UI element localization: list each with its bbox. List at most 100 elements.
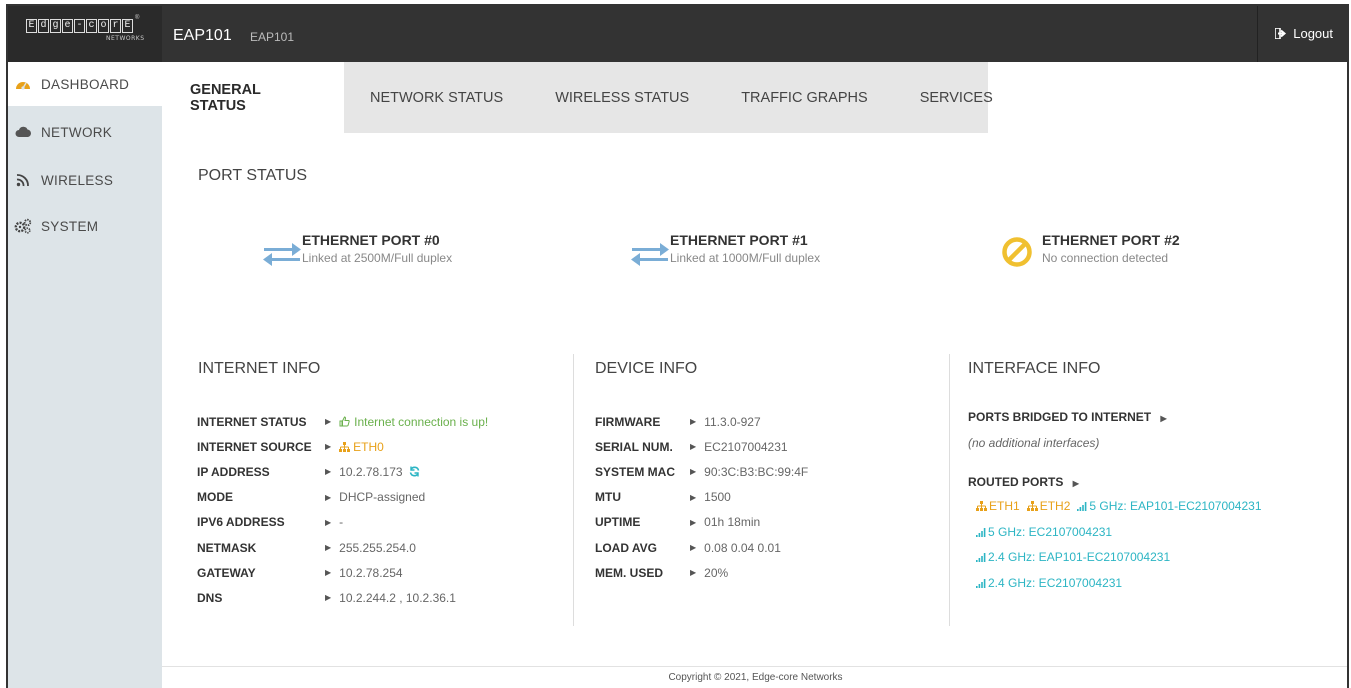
tab-wireless-status[interactable]: WIRELESS STATUS <box>529 62 715 133</box>
sidebar-item-label: NETWORK <box>41 124 113 140</box>
caret-right-icon: ▶ <box>1160 414 1167 423</box>
footer-copyright: Copyright © 2021, Edge-core Networks <box>162 666 1347 688</box>
thumbs-up-icon <box>339 416 350 427</box>
cogs-icon <box>14 217 32 235</box>
link-arrows-icon <box>263 243 301 266</box>
caret-right-icon: ▶ <box>690 492 697 502</box>
app-frame: E d g e - c o r E ® NETWORKS EAP101 EAP1… <box>6 4 1349 688</box>
device-hostname: EAP101 <box>250 30 295 44</box>
sign-out-icon <box>1275 28 1287 39</box>
tab-bar: GENERAL STATUS NETWORK STATUS WIRELESS S… <box>162 62 1019 133</box>
info-row-gateway: GATEWAY ▶ 10.2.78.254 <box>197 560 488 585</box>
info-key: MODE <box>197 490 233 505</box>
port-link-status: No connection detected <box>1042 251 1169 265</box>
caret-right-icon: ▶ <box>325 568 332 578</box>
no-connection-icon <box>1002 237 1032 267</box>
routed-ports-label: ROUTED PORTS ▶ <box>968 475 1079 489</box>
logout-label: Logout <box>1293 26 1333 41</box>
info-value: - <box>339 515 344 530</box>
logo-letter: E <box>26 19 37 33</box>
info-value[interactable]: ETH0 <box>339 440 384 454</box>
info-key: INTERNET STATUS <box>197 414 307 429</box>
sitemap-icon <box>976 501 987 511</box>
info-value: EC2107004231 <box>704 439 788 454</box>
port-name: ETHERNET PORT #0 <box>302 232 440 248</box>
ethernet-port-2: ETHERNET PORT #2 No connection detected <box>1002 232 1180 269</box>
info-value: 255.255.254.0 <box>339 540 416 555</box>
device-info-list: FIRMWARE ▶ 11.3.0-927 SERIAL NUM. ▶ EC21… <box>595 409 808 585</box>
sidebar-item-dashboard[interactable]: DASHBOARD <box>8 62 162 106</box>
routed-port-wifi-0[interactable]: 5 GHz: EAP101-EC2107004231 <box>1077 499 1262 513</box>
info-row-internet-source: INTERNET SOURCE ▶ ETH0 <box>197 434 488 459</box>
ethernet-port-0: ETHERNET PORT #0 Linked at 2500M/Full du… <box>262 232 452 270</box>
routed-port-wifi-1[interactable]: 5 GHz: EC2107004231 <box>976 525 1112 539</box>
column-divider <box>949 354 950 626</box>
cloud-icon <box>14 123 32 141</box>
logo-letters: E d g e - c o r E <box>26 19 134 33</box>
info-value: 90:3C:B3:BC:99:4F <box>704 464 809 479</box>
dashboard-icon <box>14 75 32 93</box>
info-row-netmask: NETMASK ▶ 255.255.254.0 <box>197 535 488 560</box>
ports-bridged-value: (no additional interfaces) <box>968 436 1100 450</box>
info-key: INTERNET SOURCE <box>197 439 312 454</box>
sidebar-item-network[interactable]: NETWORK <box>8 110 162 154</box>
port-name: ETHERNET PORT #1 <box>670 232 808 248</box>
refresh-icon[interactable] <box>409 466 420 477</box>
info-value: 11.3.0-927 <box>704 414 761 429</box>
caret-right-icon: ▶ <box>325 417 332 427</box>
caret-right-icon: ▶ <box>325 467 332 477</box>
logo-letter: o <box>98 19 109 33</box>
sitemap-icon <box>339 441 351 452</box>
routed-port-label: ETH1 <box>989 499 1020 513</box>
port-name: ETHERNET PORT #2 <box>1042 232 1180 248</box>
info-row-system-mac: SYSTEM MAC ▶ 90:3C:B3:BC:99:4F <box>595 459 808 484</box>
wifi-icon <box>14 171 32 189</box>
edgecore-logo[interactable]: E d g e - c o r E ® NETWORKS <box>8 6 162 62</box>
ethernet-port-1: ETHERNET PORT #1 Linked at 1000M/Full du… <box>630 232 820 270</box>
sidebar-item-label: WIRELESS <box>41 172 114 188</box>
sidebar-item-wireless[interactable]: WIRELESS <box>8 158 162 202</box>
logo-letter: - <box>74 19 85 33</box>
device-name: EAP101 <box>173 27 232 44</box>
routed-ports-text: ROUTED PORTS <box>968 475 1064 489</box>
sidebar-item-label: DASHBOARD <box>41 76 130 92</box>
sidebar-item-system[interactable]: SYSTEM <box>8 204 162 248</box>
info-key: SERIAL NUM. <box>595 439 673 454</box>
info-row-load-avg: LOAD AVG ▶ 0.08 0.04 0.01 <box>595 535 808 560</box>
routed-port-eth1[interactable]: ETH1 <box>976 499 1020 513</box>
info-key: FIRMWARE <box>595 414 661 429</box>
logo-letter: d <box>38 19 49 33</box>
info-row-firmware: FIRMWARE ▶ 11.3.0-927 <box>595 409 808 434</box>
top-bar: E d g e - c o r E ® NETWORKS EAP101 EAP1… <box>8 6 1347 62</box>
routed-port-eth2[interactable]: ETH2 <box>1026 499 1071 513</box>
info-key: MEM. USED <box>595 565 664 580</box>
tab-traffic-graphs[interactable]: TRAFFIC GRAPHS <box>715 62 893 133</box>
info-row-mtu: MTU ▶ 1500 <box>595 485 808 510</box>
info-value: DHCP-assigned <box>339 490 426 505</box>
ports-bridged-label: PORTS BRIDGED TO INTERNET ▶ <box>968 410 1167 424</box>
signal-icon <box>1077 501 1087 511</box>
caret-right-icon: ▶ <box>325 442 332 452</box>
info-value: 1500 <box>704 490 731 505</box>
routed-port-label: 5 GHz: EAP101-EC2107004231 <box>1089 499 1262 513</box>
tab-services[interactable]: SERVICES <box>894 62 1019 133</box>
info-value: 10.2.78.254 <box>339 565 403 580</box>
routed-ports-row: ETH1 ETH2 5 GHz: EAP101-EC2107004231 <box>976 499 1262 513</box>
caret-right-icon: ▶ <box>325 492 332 502</box>
link-arrows-icon <box>631 243 669 266</box>
info-value: 0.08 0.04 0.01 <box>704 540 781 555</box>
registered-mark: ® <box>135 15 140 21</box>
logo-letter: E <box>122 19 133 33</box>
tab-network-status[interactable]: NETWORK STATUS <box>344 62 529 133</box>
routed-port-wifi-3[interactable]: 2.4 GHz: EC2107004231 <box>976 576 1122 590</box>
info-row-dns: DNS ▶ 10.2.244.2 , 10.2.36.1 <box>197 585 488 610</box>
internet-source-value: ETH0 <box>353 439 384 454</box>
info-row-internet-status: INTERNET STATUS ▶ Internet connection is… <box>197 409 488 434</box>
tab-general-status[interactable]: GENERAL STATUS <box>162 62 344 133</box>
info-value: 20% <box>704 565 729 580</box>
routed-port-wifi-2[interactable]: 2.4 GHz: EAP101-EC2107004231 <box>976 550 1170 564</box>
routed-port-label: ETH2 <box>1039 499 1071 513</box>
logo-letter: g <box>50 19 61 33</box>
logout-button[interactable]: Logout <box>1275 26 1333 41</box>
port-link-status: Linked at 1000M/Full duplex <box>670 251 821 265</box>
